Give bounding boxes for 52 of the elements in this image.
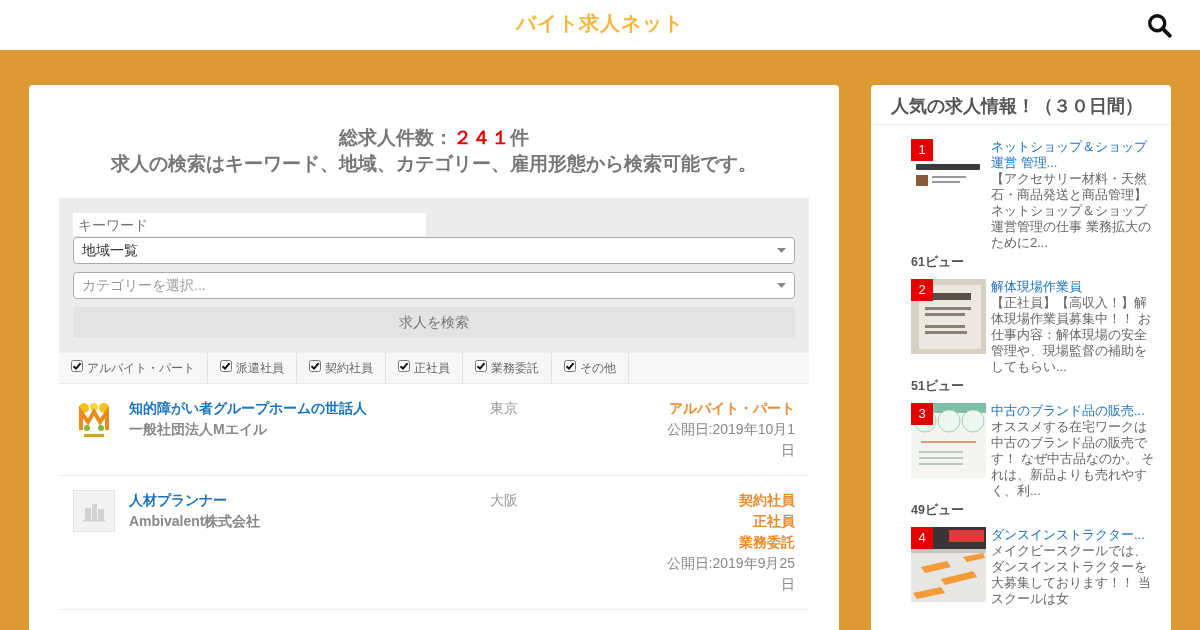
caret-icon <box>777 283 786 288</box>
employment-type: 契約社員 <box>739 491 795 510</box>
checkbox-label: アルバイト・パート <box>87 360 195 376</box>
building-icon <box>73 490 115 532</box>
job-title-link[interactable]: ダンスインストラクター... <box>991 527 1157 543</box>
region-select[interactable]: 地域一覧 <box>73 237 795 264</box>
checkbox[interactable] <box>475 360 487 372</box>
sidebar-title: 人気の求人情報！（３０日間） <box>891 95 1143 118</box>
checkbox-label: 契約社員 <box>325 360 373 376</box>
checkbox-label: 派遣社員 <box>236 360 284 376</box>
rank-badge: 1 <box>911 139 933 161</box>
caret-icon <box>777 248 786 253</box>
job-location: 東京 <box>490 399 518 418</box>
job-excerpt: メイクビースクールでは、ダンスインストラクターを大募集しております！！ 当スクールは女 <box>991 543 1152 607</box>
job-title-link[interactable]: ネットショップ＆ショップ運営 管理... <box>991 139 1157 171</box>
rank-badge: 2 <box>911 279 933 301</box>
checkbox[interactable] <box>309 360 321 372</box>
job-title-link[interactable]: 解体現場作業員 <box>991 279 1157 295</box>
job-title-link[interactable]: 中古のブランド品の販売... <box>991 403 1157 419</box>
checkbox[interactable] <box>564 360 576 372</box>
employment-type: 正社員 <box>753 512 795 531</box>
job-location: 大阪 <box>490 491 518 510</box>
checkbox[interactable] <box>71 360 83 372</box>
job-title-link[interactable]: 知的障がい者グループホームの世話人 <box>129 398 367 419</box>
view-count: 49ビュー <box>911 502 964 518</box>
checkbox-label: 正社員 <box>414 360 450 376</box>
view-count: 51ビュー <box>911 378 964 394</box>
employment-type: アルバイト・パート <box>669 399 795 418</box>
total-jobs-heading: 総求人件数：２４１件 <box>339 126 529 150</box>
publish-date: 公開日:2019年10月1日 <box>665 420 795 460</box>
checkbox-label: 業務委託 <box>491 360 539 376</box>
thumbnail-image <box>916 164 980 186</box>
job-excerpt: 【アクセサリー材料・天然石・商品発送と商品管理】ネットショップ＆ショップ運営管理の仕事 業務拡大のために2... <box>991 171 1152 251</box>
view-count: 61ビュー <box>911 254 964 270</box>
search-button[interactable]: 求人を検索 <box>73 307 795 338</box>
publish-date: 公開日:2019年9月25日 <box>665 554 795 594</box>
job-title-link[interactable]: 人材プランナー <box>129 490 227 511</box>
company-name: Ambivalent株式会社 <box>129 512 261 531</box>
search-icon[interactable] <box>1147 12 1172 38</box>
keyword-field[interactable]: キーワード <box>73 213 426 236</box>
company-name: 一般社団法人Mエイル <box>129 420 267 439</box>
rank-badge: 4 <box>911 527 933 549</box>
job-excerpt: オススメする在宅ワークは中古のブランド品の販売です！ なぜ中古品なのか。 それは、新品よりも売れやすく、利... <box>991 419 1156 499</box>
checkbox[interactable] <box>398 360 410 372</box>
search-description: 求人の検索はキーワード、地域、カテゴリー、雇用形態から検索可能です。 <box>111 152 757 176</box>
checkbox[interactable] <box>220 360 232 372</box>
category-select[interactable]: カテゴリーを選択... <box>73 272 795 299</box>
employment-type: 業務委託 <box>739 533 795 552</box>
checkbox-label: その他 <box>580 360 616 376</box>
rank-badge: 3 <box>911 403 933 425</box>
logo-image <box>78 402 110 438</box>
job-excerpt: 【正社員】【高収入！】解体現場作業員募集中！！ お仕事内容：解体現場の安全管理や、現場監督の補助をしてもらい... <box>991 295 1152 375</box>
